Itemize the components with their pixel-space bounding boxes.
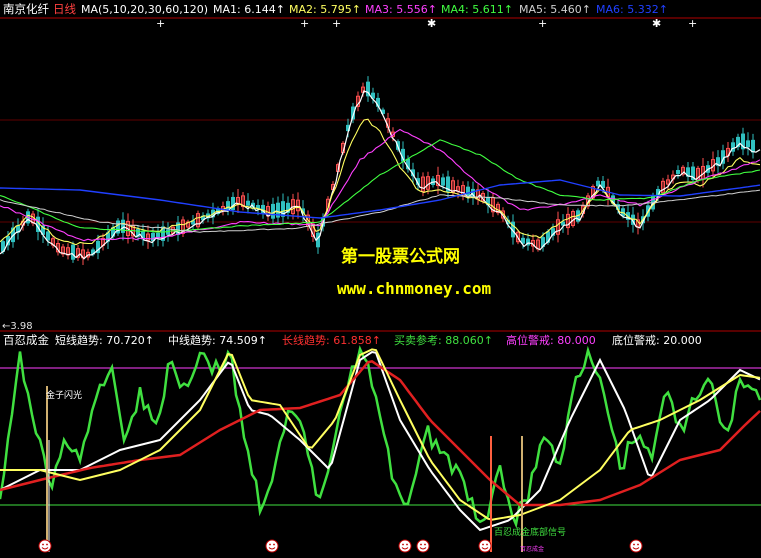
candle-body — [46, 231, 50, 241]
candle-body — [561, 221, 565, 226]
smiley-icon — [416, 539, 430, 553]
event-marker-star: ✱ — [652, 17, 661, 30]
long-trend-value: 长线趋势: 61.858↑ — [282, 333, 381, 347]
event-marker-star: ✱ — [427, 17, 436, 30]
smiley-eye — [269, 543, 271, 546]
ma2-value: MA2: 5.795↑ — [289, 3, 361, 16]
candle-body — [746, 140, 750, 148]
ma-definition: MA(5,10,20,30,60,120) — [81, 3, 208, 16]
candle-body — [156, 232, 160, 238]
smiley-eye — [482, 543, 484, 546]
candle-body — [596, 180, 600, 187]
smiley-icon — [629, 539, 643, 553]
watermark-url: www.chnmoney.com — [337, 279, 491, 298]
event-marker-plus: + — [688, 17, 697, 30]
event-marker-plus: + — [300, 17, 309, 30]
smiley-icon — [38, 539, 52, 553]
low-price-label: ←3.98 — [2, 321, 33, 332]
stock-name: 南京化纤 — [3, 2, 49, 16]
ma4-value: MA4: 5.611↑ — [441, 3, 513, 16]
smiley-eye — [46, 543, 48, 546]
smiley-eye — [406, 543, 408, 546]
candle-body — [441, 177, 445, 186]
smiley-eye — [42, 543, 44, 546]
smiley-eye — [424, 543, 426, 546]
ma3-value: MA3: 5.556↑ — [365, 3, 437, 16]
candle-body — [521, 237, 525, 244]
ma1-value: MA1: 6.144↑ — [213, 3, 285, 16]
event-marker-plus: + — [538, 17, 547, 30]
golden-flash-label: 金子闪光 — [46, 389, 82, 401]
stock-chart-canvas: 南京化纤 日线 MA(5,10,20,30,60,120) MA1: 6.144… — [0, 0, 761, 558]
mid-trend-value: 中线趋势: 74.509↑ — [168, 333, 267, 347]
candle-body — [751, 139, 755, 153]
candle-body — [71, 244, 75, 260]
smiley-eye — [402, 543, 404, 546]
buy-ref-value: 买卖参考: 88.060↑ — [394, 333, 493, 347]
smiley-icon — [478, 539, 492, 553]
event-marker-plus: + — [332, 17, 341, 30]
smiley-eye — [637, 543, 639, 546]
smiley-icon — [265, 539, 279, 553]
indicator-name: 百忍成金 — [3, 333, 49, 347]
watermark-title: 第一股票公式网 — [341, 246, 460, 267]
candle-body — [246, 200, 250, 206]
low-warn-value: 底位警戒: 20.000 — [612, 333, 702, 347]
high-warn-value: 高位警戒: 80.000 — [506, 333, 596, 347]
ma5-value: MA5: 5.460↑ — [519, 3, 591, 16]
chart-period: 日线 — [53, 2, 76, 16]
smiley-eye — [273, 543, 275, 546]
candle-body — [226, 201, 230, 211]
smiley-eye — [420, 543, 422, 546]
smiley-icon — [398, 539, 412, 553]
ma6-value: MA6: 5.332↑ — [596, 3, 668, 16]
candle-body — [466, 186, 470, 198]
candle-body — [271, 203, 275, 219]
event-marker-plus: + — [156, 17, 165, 30]
bottom-small-label: 百忍成金 — [520, 545, 544, 553]
short-trend-value: 短线趋势: 70.720↑ — [55, 333, 154, 347]
smiley-eye — [486, 543, 488, 546]
bottom-signal-label: 百忍成金底部信号 — [494, 526, 566, 538]
candle-body — [676, 169, 680, 175]
smiley-eye — [633, 543, 635, 546]
